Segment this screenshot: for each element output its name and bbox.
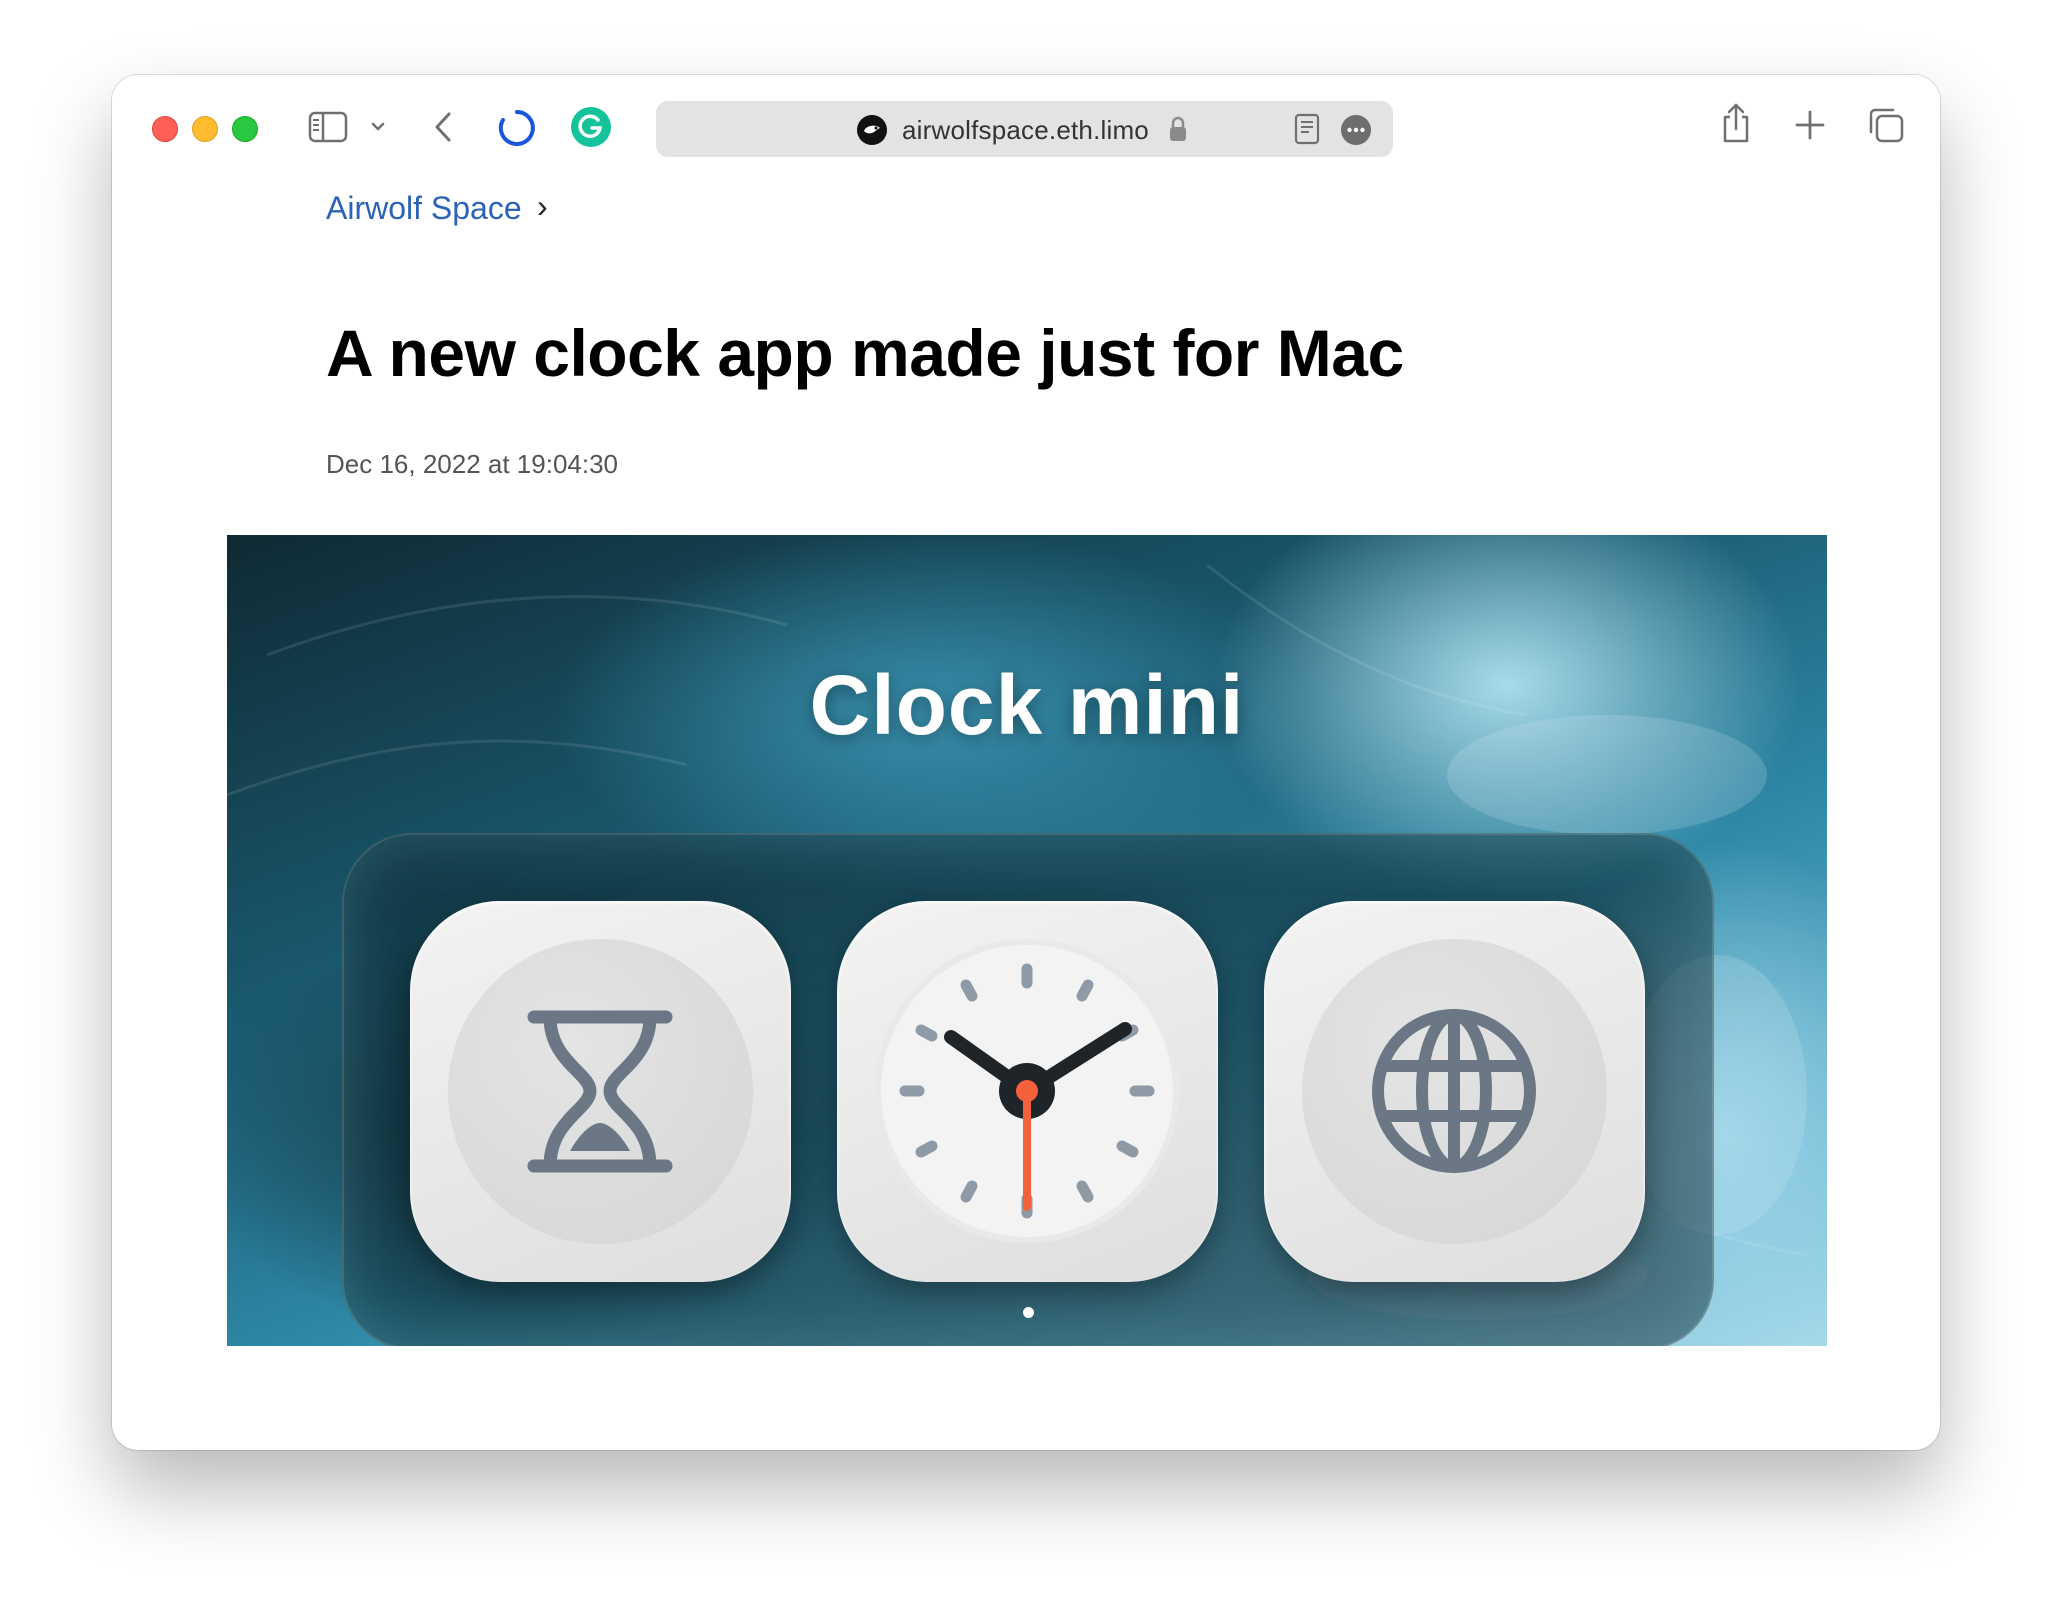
grammarly-extension-icon[interactable] [570, 106, 612, 148]
url-text: airwolfspace.eth.limo [902, 115, 1149, 145]
article-title: A new clock app made just for Mac [326, 316, 1404, 390]
article-date: Dec 16, 2022 at 19:04:30 [326, 449, 619, 479]
globe-icon [1372, 1009, 1536, 1173]
chevron-down-icon[interactable] [366, 115, 390, 139]
world-clock-app-tile [1264, 901, 1645, 1282]
tab-overview-icon[interactable] [1866, 105, 1906, 145]
clock-icon [875, 939, 1179, 1243]
loading-spinner-icon [496, 107, 538, 149]
new-tab-icon[interactable] [1792, 107, 1828, 143]
maximize-window-button[interactable] [232, 116, 258, 142]
sidebar-toggle-icon[interactable] [306, 107, 350, 147]
page-indicator-dot[interactable] [1023, 1307, 1034, 1318]
share-icon[interactable] [1718, 99, 1754, 147]
hero-image: Clock mini [227, 535, 1827, 1346]
back-icon[interactable] [428, 107, 458, 147]
breadcrumb-link[interactable]: Airwolf Space [326, 190, 522, 227]
hero-title: Clock mini [809, 658, 1245, 752]
more-options-icon[interactable] [1340, 114, 1372, 146]
close-window-button[interactable] [152, 116, 178, 142]
hourglass-icon [527, 1010, 673, 1173]
minimize-window-button[interactable] [192, 116, 218, 142]
lock-icon [1168, 115, 1190, 143]
browser-toolbar: airwolfspace.eth.limo [112, 75, 1940, 179]
reader-mode-icon[interactable] [1294, 113, 1322, 147]
app-widget-panel [342, 833, 1714, 1346]
breadcrumb-chevron-icon: › [537, 188, 548, 224]
browser-window: airwolfspace.eth.limo Airwolf Space › A … [112, 75, 1940, 1450]
timer-app-tile [410, 901, 791, 1282]
clock-app-tile [837, 901, 1218, 1282]
address-bar[interactable]: airwolfspace.eth.limo [656, 101, 1393, 157]
site-favicon-icon [856, 114, 888, 146]
